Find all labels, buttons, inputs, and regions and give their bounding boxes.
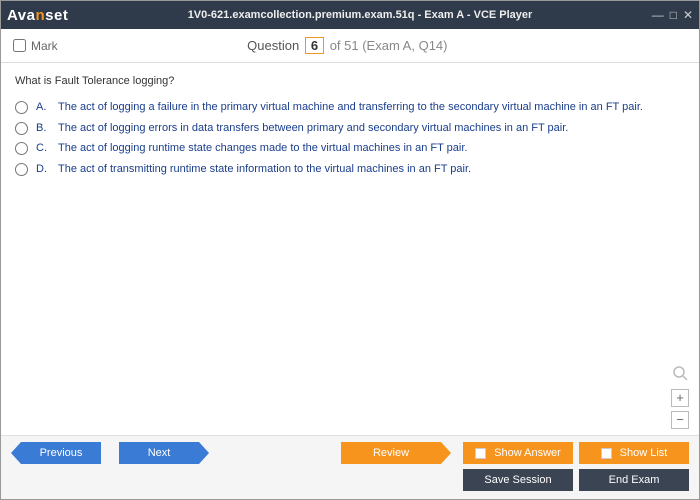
nav-group: Previous Next xyxy=(21,442,199,464)
show-list-check-icon xyxy=(601,448,612,459)
question-text: What is Fault Tolerance logging? xyxy=(15,75,685,87)
zoom-controls: + − xyxy=(671,365,689,429)
save-session-button[interactable]: Save Session xyxy=(463,469,573,491)
next-button[interactable]: Next xyxy=(119,442,199,464)
option-c[interactable]: C. The act of logging runtime state chan… xyxy=(15,138,685,159)
question-of-text: of 51 (Exam A, Q14) xyxy=(330,38,448,53)
option-c-text: The act of logging runtime state changes… xyxy=(58,140,467,157)
mark-checkbox[interactable] xyxy=(13,39,26,52)
question-header: Mark Question 6 of 51 (Exam A, Q14) xyxy=(1,29,699,63)
window-title: 1V0-621.examcollection.premium.exam.51q … xyxy=(68,9,651,21)
question-word: Question xyxy=(247,38,299,53)
show-answer-button[interactable]: Show Answer xyxy=(463,442,573,464)
option-d[interactable]: D. The act of transmitting runtime state… xyxy=(15,159,685,180)
close-icon[interactable]: ✕ xyxy=(683,8,693,22)
mark-checkbox-wrap[interactable]: Mark xyxy=(13,39,58,53)
logo-accent: n xyxy=(35,7,45,24)
logo-pre: Ava xyxy=(7,7,35,24)
show-answer-label: Show Answer xyxy=(494,447,561,459)
question-number: 6 xyxy=(305,37,324,54)
option-a-text: The act of logging a failure in the prim… xyxy=(58,99,643,116)
end-exam-button[interactable]: End Exam xyxy=(579,469,689,491)
option-a-label: A. xyxy=(36,99,50,116)
show-answer-check-icon xyxy=(475,448,486,459)
option-b[interactable]: B. The act of logging errors in data tra… xyxy=(15,118,685,139)
option-d-radio[interactable] xyxy=(15,163,28,176)
option-c-radio[interactable] xyxy=(15,142,28,155)
footer-row-1: Previous Next Review Show Answer Show Li… xyxy=(11,442,689,464)
previous-button[interactable]: Previous xyxy=(21,442,101,464)
question-counter: Question 6 of 51 (Exam A, Q14) xyxy=(58,37,637,54)
app-window: Avanset 1V0-621.examcollection.premium.e… xyxy=(0,0,700,500)
footer-row-2: Save Session End Exam xyxy=(11,469,689,491)
search-icon[interactable] xyxy=(672,365,688,381)
option-b-radio[interactable] xyxy=(15,122,28,135)
option-b-label: B. xyxy=(36,120,50,137)
option-d-label: D. xyxy=(36,161,50,178)
show-list-label: Show List xyxy=(620,447,668,459)
option-b-text: The act of logging errors in data transf… xyxy=(58,120,568,137)
mark-label: Mark xyxy=(31,39,58,53)
window-controls: — □ ✕ xyxy=(652,8,693,22)
option-a[interactable]: A. The act of logging a failure in the p… xyxy=(15,97,685,118)
titlebar: Avanset 1V0-621.examcollection.premium.e… xyxy=(1,1,699,29)
logo: Avanset xyxy=(7,7,68,24)
option-d-text: The act of transmitting runtime state in… xyxy=(58,161,471,178)
option-c-label: C. xyxy=(36,140,50,157)
option-a-radio[interactable] xyxy=(15,101,28,114)
minimize-icon[interactable]: — xyxy=(652,8,664,22)
maximize-icon[interactable]: □ xyxy=(670,8,677,22)
review-button[interactable]: Review xyxy=(341,442,441,464)
show-list-button[interactable]: Show List xyxy=(579,442,689,464)
footer: Previous Next Review Show Answer Show Li… xyxy=(1,435,699,499)
logo-post: set xyxy=(45,7,68,24)
zoom-in-button[interactable]: + xyxy=(671,389,689,407)
content-area: What is Fault Tolerance logging? A. The … xyxy=(1,63,699,435)
zoom-out-button[interactable]: − xyxy=(671,411,689,429)
